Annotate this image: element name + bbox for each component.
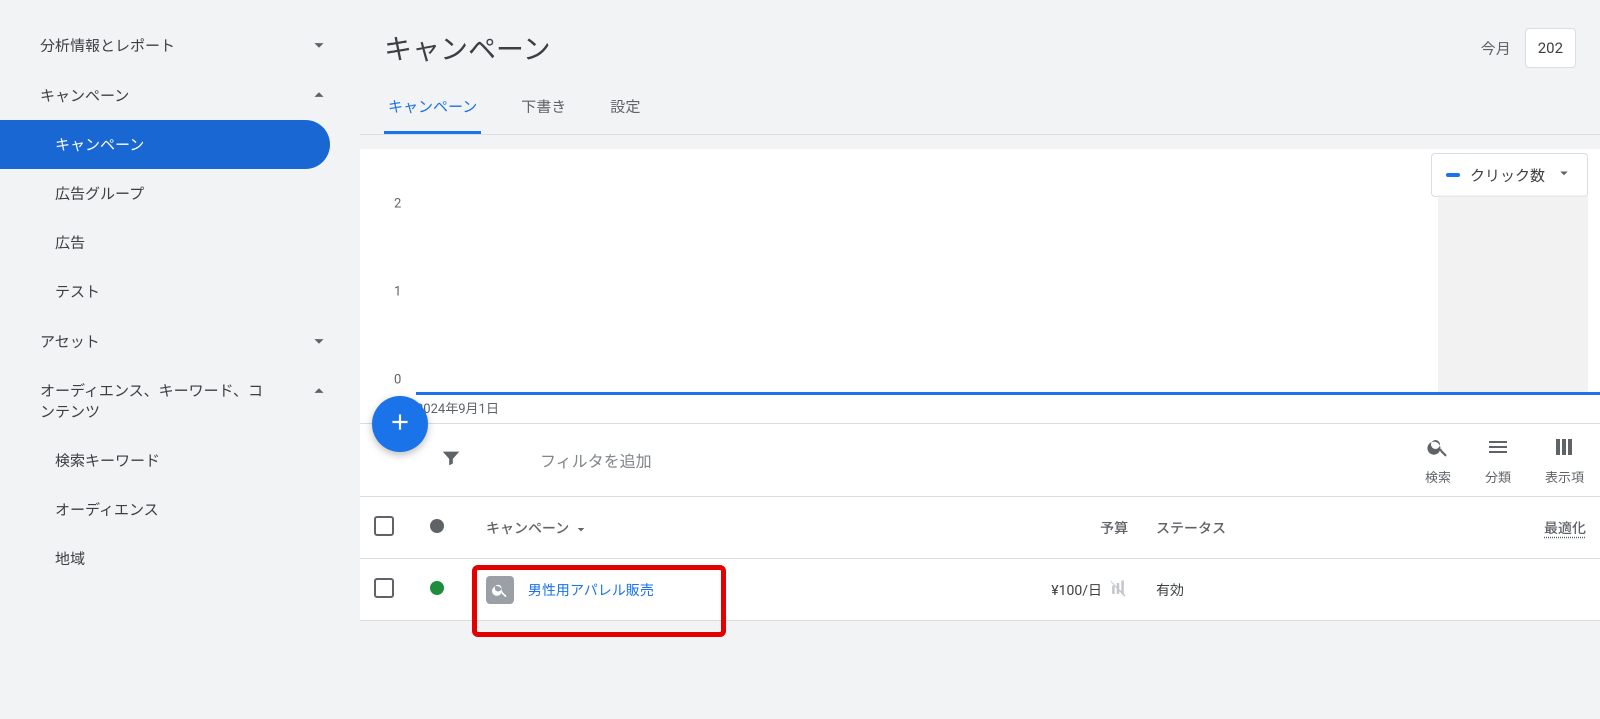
chevron-up-icon: [308, 84, 330, 106]
date-range-picker[interactable]: 202: [1525, 28, 1576, 68]
sidebar-item-label: テスト: [55, 283, 100, 301]
sidebar-group-assets[interactable]: アセット: [0, 316, 360, 366]
metric-label: クリック数: [1470, 165, 1545, 186]
checkbox[interactable]: [374, 516, 394, 536]
sidebar-nav: 分析情報とレポート キャンペーン キャンペーン 広告グループ 広告 テスト: [0, 0, 360, 719]
segment-icon: [1486, 435, 1510, 463]
toolbar-columns-button[interactable]: 表示項: [1545, 435, 1584, 486]
plus-icon: [387, 409, 413, 439]
search-icon: [1426, 435, 1450, 463]
sidebar-item-search-keywords[interactable]: 検索キーワード: [55, 436, 360, 485]
sidebar-item-locations[interactable]: 地域: [55, 534, 360, 583]
sidebar-item-ads[interactable]: 広告: [55, 218, 360, 267]
toolbar-search-button[interactable]: 検索: [1425, 435, 1451, 486]
toolbar-action-label: 分類: [1485, 467, 1511, 486]
sidebar-group-label: 分析情報とレポート: [40, 35, 175, 56]
sidebar-item-label: 広告グループ: [55, 185, 144, 203]
sidebar-item-label: 検索キーワード: [55, 452, 160, 470]
sidebar-group-campaigns[interactable]: キャンペーン: [0, 70, 360, 120]
sidebar-item-ad-groups[interactable]: 広告グループ: [55, 169, 360, 218]
columns-icon: [1552, 435, 1576, 463]
row-campaign-cell: 男性用アパレル販売: [472, 564, 882, 616]
sidebar-group-label: キャンペーン: [40, 85, 129, 106]
main-content: キャンペーン 今月 202 キャンペーン 下書き 設定 クリック数: [360, 0, 1600, 719]
sidebar-group-insights[interactable]: 分析情報とレポート: [0, 20, 360, 70]
toolbar-action-label: 検索: [1425, 467, 1451, 486]
row-status-cell: 有効: [1142, 568, 1442, 612]
filter-icon[interactable]: [440, 447, 462, 473]
header-label: ステータス: [1156, 521, 1226, 537]
status-dot-icon: [430, 519, 444, 533]
metric-selector[interactable]: クリック数: [1431, 153, 1588, 197]
campaigns-table: キャンペーン 予算 ステータス 最適化: [360, 497, 1600, 621]
sidebar-item-label: オーディエンス: [55, 501, 159, 519]
header-status-dot[interactable]: [416, 507, 472, 549]
campaign-name-link[interactable]: 男性用アパレル販売: [528, 580, 654, 600]
checkbox[interactable]: [374, 578, 394, 598]
tabs-bar: キャンペーン 下書き 設定: [360, 68, 1600, 135]
header-optimization[interactable]: 最適化: [1442, 506, 1600, 550]
tab-settings[interactable]: 設定: [606, 96, 644, 134]
sidebar-item-tests[interactable]: テスト: [55, 267, 360, 316]
tab-label: 設定: [610, 98, 640, 116]
table-toolbar: フィルタを追加 検索 分類: [360, 423, 1600, 497]
search-campaign-icon: [486, 576, 514, 604]
header-budget[interactable]: 予算: [882, 506, 1142, 550]
chart-y-tick: 2: [394, 197, 401, 212]
date-range-label: 今月: [1481, 38, 1511, 59]
chart-hover-column: [1438, 195, 1588, 395]
sidebar-item-label: 広告: [55, 234, 85, 252]
filter-input[interactable]: フィルタを追加: [540, 448, 652, 472]
toolbar-segment-button[interactable]: 分類: [1485, 435, 1511, 486]
chart-y-tick: 1: [394, 285, 401, 300]
chevron-down-icon: [308, 330, 330, 352]
budget-value: ¥100/日: [1051, 580, 1102, 600]
tab-label: キャンペーン: [388, 98, 477, 116]
chart-series-line: [416, 392, 1600, 395]
row-budget-cell[interactable]: ¥100/日: [882, 566, 1142, 614]
tab-drafts[interactable]: 下書き: [517, 96, 570, 134]
caret-down-icon: [1555, 164, 1573, 186]
add-button[interactable]: [372, 396, 428, 452]
sidebar-group-label: オーディエンス、キーワード、コンテンツ: [40, 380, 270, 422]
table-header-row: キャンペーン 予算 ステータス 最適化: [360, 497, 1600, 559]
table-row: 男性用アパレル販売 ¥100/日 有効: [360, 559, 1600, 621]
header-label: 予算: [1100, 521, 1128, 537]
sidebar-item-label: 地域: [55, 550, 85, 568]
header-label: 最適化: [1544, 521, 1586, 537]
header-label: キャンペーン: [486, 521, 569, 537]
tab-campaigns[interactable]: キャンペーン: [384, 96, 481, 134]
chart-panel: クリック数 0 1 2 2024年9月1日: [360, 149, 1600, 423]
chart-disabled-icon: [1108, 578, 1128, 602]
arrow-down-icon: [573, 521, 589, 537]
sidebar-group-audiences[interactable]: オーディエンス、キーワード、コンテンツ: [0, 366, 360, 436]
chart-y-tick: 0: [394, 373, 401, 388]
line-chart[interactable]: 0 1 2 2024年9月1日: [416, 195, 1600, 395]
header-status[interactable]: ステータス: [1142, 506, 1442, 550]
toolbar-action-label: 表示項: [1545, 467, 1584, 486]
tab-label: 下書き: [521, 98, 566, 116]
sidebar-group-label: アセット: [40, 331, 100, 352]
metric-color-swatch: [1446, 173, 1460, 177]
sidebar-item-audiences[interactable]: オーディエンス: [55, 485, 360, 534]
status-dot-icon: [430, 581, 444, 595]
sidebar-item-campaigns[interactable]: キャンペーン: [0, 120, 330, 169]
row-status-dot[interactable]: [416, 569, 472, 611]
row-optimization-cell: [1442, 578, 1600, 602]
date-range-value: 202: [1538, 39, 1563, 57]
chevron-down-icon: [308, 34, 330, 56]
page-title: キャンペーン: [384, 28, 551, 68]
status-text: 有効: [1156, 583, 1184, 599]
row-select[interactable]: [360, 566, 416, 614]
header-campaign[interactable]: キャンペーン: [472, 506, 882, 550]
chart-x-tick: 2024年9月1日: [416, 398, 499, 417]
sidebar-item-label: キャンペーン: [55, 136, 144, 154]
header-select-all[interactable]: [360, 504, 416, 552]
chevron-up-icon: [308, 380, 330, 402]
